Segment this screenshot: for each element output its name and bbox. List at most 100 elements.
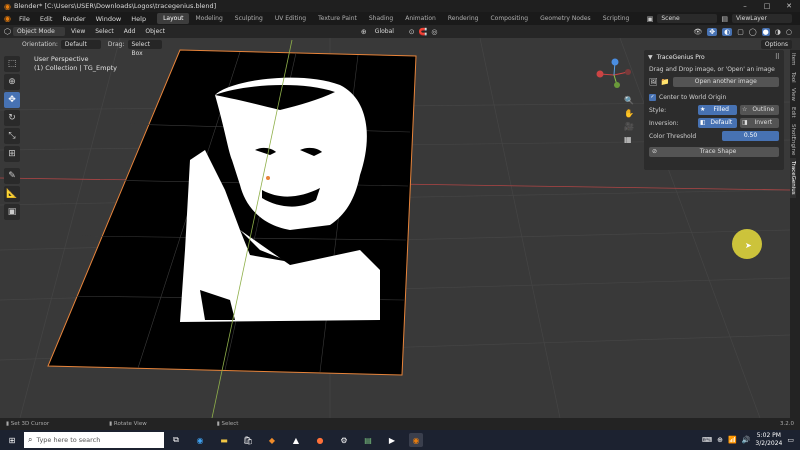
inversion-default-label: Default (710, 119, 733, 126)
blender-menu-icon[interactable]: ◉ (4, 14, 11, 23)
windows-start-icon[interactable]: ⊞ (5, 433, 19, 447)
rendered-shading-icon[interactable]: ○ (786, 28, 792, 36)
notepad-icon[interactable]: ▤ (361, 433, 375, 447)
orientation-selector[interactable]: Default (60, 39, 101, 49)
menu-help[interactable]: Help (126, 15, 151, 23)
maximize-button[interactable]: □ (756, 0, 778, 12)
close-button[interactable]: ✕ (778, 0, 800, 12)
rotate-icon[interactable]: ↻ (4, 110, 20, 126)
mode-selector[interactable]: Object Mode (12, 27, 65, 36)
keyboard-icon[interactable]: ⌨ (702, 436, 712, 444)
invert-icon: ◨ (742, 119, 748, 126)
pivot-icon[interactable]: ⊙ (409, 28, 415, 36)
drag-selector[interactable]: Select Box (127, 39, 162, 57)
media-icon[interactable]: ▶ (385, 433, 399, 447)
material-shading-icon[interactable]: ◑ (775, 28, 781, 36)
orientation-label: Orientation: (22, 40, 58, 48)
menu-add[interactable]: Add (120, 28, 140, 35)
tab-geometry-nodes[interactable]: Geometry Nodes (534, 13, 597, 24)
store-icon[interactable]: 🛍 (241, 433, 255, 447)
inversion-invert-button[interactable]: ◨ Invert (740, 118, 779, 128)
center-checkbox[interactable]: ✓ (649, 94, 656, 101)
task-view-icon[interactable]: ⧉ (169, 433, 183, 447)
options-menu[interactable]: Options (760, 39, 792, 49)
proportional-edit-icon[interactable]: ◎ (431, 28, 437, 36)
star-filled-icon: ★ (700, 106, 706, 113)
tab-tool[interactable]: Tool (790, 69, 796, 86)
tab-view[interactable]: View (790, 85, 796, 104)
gizmo-icon[interactable]: ✥ (707, 27, 718, 36)
solid-shading-icon[interactable]: ● (761, 27, 770, 36)
tab-texture-paint[interactable]: Texture Paint (312, 13, 363, 24)
tab-rendering[interactable]: Rendering (442, 13, 485, 24)
select-box-icon[interactable]: ⬚ (4, 56, 20, 72)
cursor-icon[interactable]: ⊕ (4, 74, 20, 90)
tab-shading[interactable]: Shading (363, 13, 399, 24)
notification-icon[interactable]: ▭ (787, 436, 794, 444)
overlay-icon[interactable]: ◐ (722, 27, 733, 36)
transform-icon[interactable]: ⊞ (4, 146, 20, 162)
editor-type-icon[interactable]: ⬡ (4, 27, 11, 36)
photos-icon[interactable]: ▲ (289, 433, 303, 447)
grid-view-icon[interactable]: ▦ (624, 135, 634, 144)
tab-scripting[interactable]: Scripting (597, 13, 636, 24)
tab-compositing[interactable]: Compositing (484, 13, 534, 24)
annotate-icon[interactable]: ✎ (4, 168, 20, 184)
panel-title: TraceGenius Pro (656, 53, 705, 61)
snap-icon[interactable]: 🧲 (419, 28, 428, 36)
tab-animation[interactable]: Animation (399, 13, 442, 24)
wifi-icon[interactable]: 📶 (728, 436, 737, 444)
tab-uv-editing[interactable]: UV Editing (269, 13, 312, 24)
xray-icon[interactable]: ▢ (737, 28, 744, 36)
menu-render[interactable]: Render (57, 15, 90, 23)
panel-hint: Drag and Drop image, or 'Open' an image (649, 66, 775, 73)
tab-edit[interactable]: Edit (790, 104, 796, 121)
menu-select[interactable]: Select (91, 28, 118, 35)
menu-file[interactable]: File (14, 15, 35, 23)
drag-label: Drag: (107, 40, 125, 48)
tab-tracegenius[interactable]: TraceGenius (790, 158, 796, 198)
folder-app-icon[interactable]: ◆ (265, 433, 279, 447)
threshold-slider[interactable]: 0.50 (722, 131, 779, 141)
style-filled-button[interactable]: ★ Filled (698, 105, 737, 115)
inversion-default-button[interactable]: ◧ Default (698, 118, 737, 128)
camera-icon[interactable]: 🎥 (624, 122, 634, 131)
pan-hand-icon[interactable]: ✋ (624, 109, 634, 118)
transform-orientation-icon: ⊕ (360, 27, 367, 36)
menu-object[interactable]: Object (141, 28, 169, 35)
taskbar-search[interactable]: ⌕ Type here to search (24, 432, 164, 448)
menu-edit[interactable]: Edit (35, 15, 58, 23)
transform-orientation-selector[interactable]: Global (370, 27, 405, 36)
folder-icon[interactable]: 📁 (661, 78, 670, 86)
edge-icon[interactable]: ◉ (193, 433, 207, 447)
collapse-chevron-icon[interactable]: ▼ (648, 54, 653, 61)
style-outline-button[interactable]: ☆ Outline (740, 105, 779, 115)
settings-icon[interactable]: ⚙ (337, 433, 351, 447)
visibility-icon[interactable]: 👁 (693, 28, 702, 36)
menu-window[interactable]: Window (91, 15, 127, 23)
clock[interactable]: 5:02 PM 3/2/2024 (755, 432, 782, 448)
blender-taskbar-icon[interactable]: ◉ (409, 433, 423, 447)
scale-icon[interactable]: ⤡ (4, 128, 20, 144)
tab-sculpting[interactable]: Sculpting (229, 13, 269, 24)
wireframe-shading-icon[interactable]: ◯ (749, 28, 757, 36)
menu-view[interactable]: View (67, 28, 89, 35)
volume-icon[interactable]: 🔊 (742, 436, 751, 444)
network-icon[interactable]: ⊕ (717, 436, 723, 444)
add-cube-icon[interactable]: ▣ (4, 204, 20, 220)
scene-selector[interactable]: Scene (657, 14, 718, 23)
tab-layout[interactable]: Layout (157, 13, 190, 24)
tab-modeling[interactable]: Modeling (189, 13, 228, 24)
move-icon[interactable]: ✥ (4, 92, 20, 108)
minimize-button[interactable]: – (734, 0, 756, 12)
trace-shape-button[interactable]: ⊘ Trace Shape (649, 147, 779, 157)
panel-pin-icon[interactable]: ⠿ (775, 53, 780, 61)
tab-shotengine[interactable]: ShotEngine (790, 121, 796, 158)
tab-item[interactable]: Item (790, 50, 796, 69)
firefox-icon[interactable]: ● (313, 433, 327, 447)
measure-icon[interactable]: 📐 (4, 186, 20, 202)
file-explorer-icon[interactable]: ▬ (217, 433, 231, 447)
view-layer-selector[interactable]: ViewLayer (732, 14, 792, 23)
zoom-icon[interactable]: 🔍 (624, 96, 634, 105)
open-image-button[interactable]: Open another image (672, 77, 779, 87)
